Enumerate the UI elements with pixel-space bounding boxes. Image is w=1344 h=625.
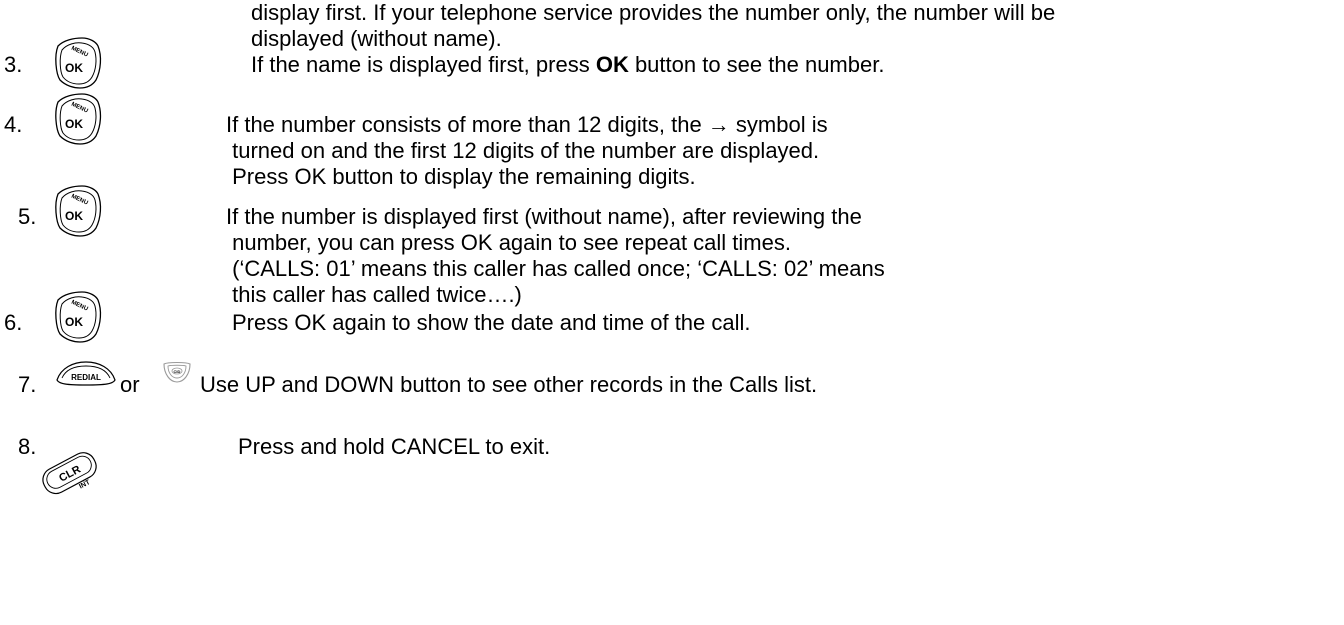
redial-key-icon: REDIAL — [55, 360, 117, 386]
step-8-text: Press and hold CANCEL to exit. — [238, 434, 551, 459]
step-number: 6. — [4, 310, 23, 335]
ok-menu-key-icon: MENU OK — [52, 290, 104, 344]
step-number: 3. — [4, 52, 23, 77]
svg-text:OK: OK — [65, 117, 83, 131]
intro-line-1: display first. If your telephone service… — [251, 0, 1056, 25]
svg-text:OK: OK — [65, 209, 83, 223]
step-5-line-3: (‘CALLS: 01’ means this caller has calle… — [226, 256, 885, 281]
step-number: 5. — [18, 204, 37, 229]
step-number: 8. — [18, 434, 37, 459]
intro-line-2: displayed (without name). — [251, 26, 502, 51]
ok-menu-key-icon: MENU OK — [52, 92, 104, 146]
step-6-text: Press OK again to show the date and time… — [232, 310, 751, 335]
step-5-line-1: If the number is displayed first (withou… — [226, 204, 862, 229]
cid-key-icon: CID — [162, 360, 192, 384]
step-7-text: Use UP and DOWN button to see other reco… — [200, 372, 818, 397]
ok-menu-key-icon: MENU OK — [52, 184, 104, 238]
svg-text:CID: CID — [174, 369, 181, 374]
step-4-line-1: If the number consists of more than 12 d… — [226, 112, 828, 137]
step-number: 7. — [18, 372, 37, 397]
step-4-line-2: turned on and the first 12 digits of the… — [226, 138, 820, 163]
svg-text:OK: OK — [65, 61, 83, 75]
ok-menu-key-icon: MENU OK — [52, 36, 104, 90]
step-3-text: If the name is displayed first, press OK… — [251, 52, 885, 77]
step-4-line-3: Press OK button to display the remaining… — [226, 164, 696, 189]
step-5-line-4: this caller has called twice….) — [226, 282, 522, 307]
svg-text:REDIAL: REDIAL — [71, 373, 101, 382]
clr-int-key-icon: CLR INT — [36, 452, 104, 496]
step-number: 4. — [4, 112, 23, 137]
or-label: or — [120, 372, 140, 397]
svg-text:OK: OK — [65, 315, 83, 329]
ok-label: OK — [595, 52, 629, 77]
step-5-line-2: number, you can press OK again to see re… — [226, 230, 791, 255]
